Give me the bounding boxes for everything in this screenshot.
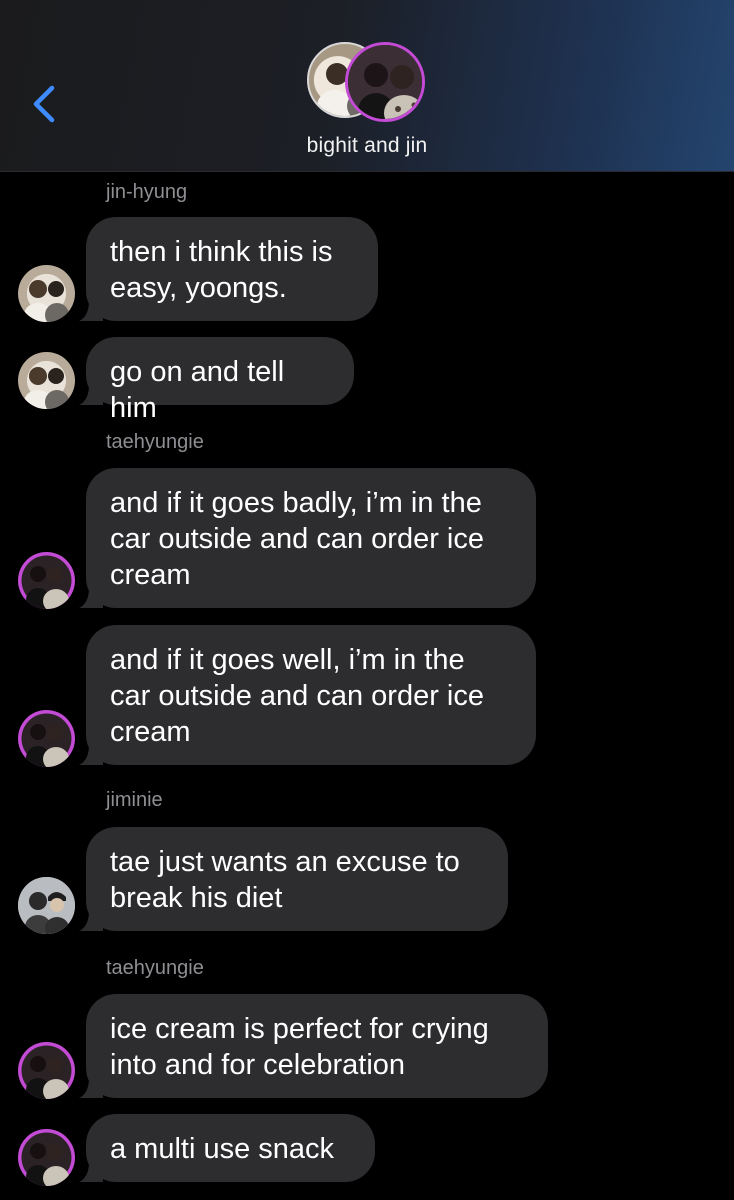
bubble-tail <box>79 909 103 931</box>
message-bubble[interactable]: and if it goes well, i’m in the car outs… <box>79 625 536 765</box>
bubble-tail <box>79 299 103 321</box>
message-line: a multi use snack <box>110 1133 335 1165</box>
sender-name: taehyungie <box>106 957 204 979</box>
bubble-tail <box>79 1076 103 1098</box>
avatar-jin[interactable] <box>18 265 75 322</box>
message-line: break his diet <box>110 882 283 914</box>
conversation-header: bighit and jin <box>0 0 734 172</box>
message-bubble[interactable]: go on and tell him <box>79 337 354 424</box>
avatar-taehyung[interactable] <box>18 710 75 767</box>
message-thread: jin-hyung then i think this is easy, yoo… <box>0 171 734 1200</box>
message-line: tae just wants an excuse to <box>110 846 460 878</box>
message-bubble[interactable]: ice cream is perfect for crying into and… <box>79 994 548 1098</box>
message-line: cream <box>110 559 191 591</box>
bubble-tail <box>79 383 103 405</box>
message-line: go on and tell him <box>110 356 285 424</box>
sender-name: jin-hyung <box>106 181 188 203</box>
message-bubble[interactable]: then i think this is easy, yoongs. <box>79 217 378 321</box>
sender-name: taehyungie <box>106 431 204 453</box>
message-line: into and for celebration <box>110 1049 406 1081</box>
avatar-taehyung[interactable] <box>18 552 75 609</box>
message-line: then i think this is <box>110 236 333 268</box>
avatar-taehyung[interactable] <box>18 1129 75 1186</box>
sender-name: jiminie <box>106 789 163 811</box>
group-avatar-photo-front <box>345 42 425 122</box>
bubble-tail <box>79 1160 103 1182</box>
message-line: car outside and can order ice <box>110 523 484 555</box>
message-line: and if it goes badly, i’m in the <box>110 487 482 519</box>
message-line: cream <box>110 716 191 748</box>
bubble-tail <box>79 743 103 765</box>
group-avatar[interactable] <box>307 42 427 122</box>
message-line: ice cream is perfect for crying <box>110 1013 489 1045</box>
message-bubble[interactable]: and if it goes badly, i’m in the car out… <box>79 468 536 608</box>
message-line: easy, yoongs. <box>110 272 287 304</box>
avatar-jin[interactable] <box>18 352 75 409</box>
message-line: and if it goes well, i’m in the <box>110 644 465 676</box>
bubble-tail <box>79 586 103 608</box>
message-line: car outside and can order ice <box>110 680 484 712</box>
avatar-jimin[interactable] <box>18 877 75 934</box>
avatar-taehyung[interactable] <box>18 1042 75 1099</box>
chevron-left-icon[interactable] <box>22 78 66 130</box>
message-bubble[interactable]: a multi use snack <box>79 1114 375 1182</box>
message-bubble[interactable]: tae just wants an excuse to break his di… <box>79 827 508 931</box>
group-name[interactable]: bighit and jin <box>0 134 734 158</box>
